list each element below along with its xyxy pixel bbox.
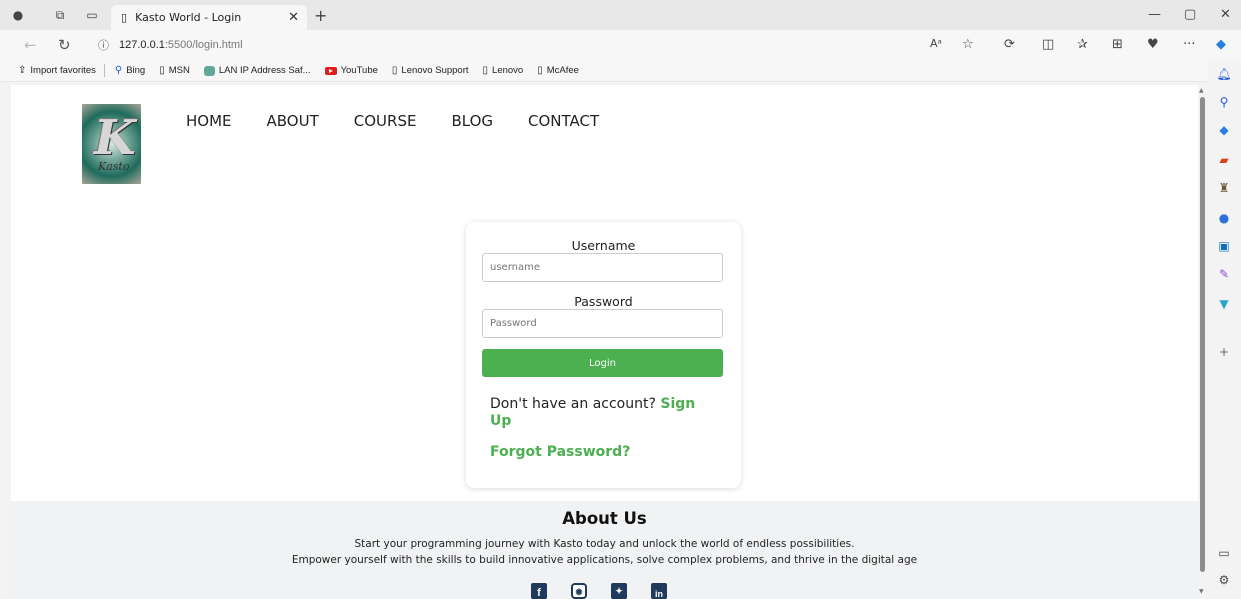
- import-icon: ⇪: [18, 65, 27, 76]
- facebook-icon[interactable]: f: [531, 583, 547, 599]
- username-input[interactable]: [482, 253, 723, 282]
- nav-home[interactable]: HOME: [186, 112, 232, 130]
- url-path: :5500/login.html: [164, 39, 243, 51]
- search-icon: ⚲: [114, 65, 123, 76]
- favorites-bar: ⇪ Import favorites ⚲ Bing ▯ MSN LAN IP Addr…: [0, 60, 1241, 82]
- footer-title: About Us: [562, 509, 647, 528]
- nav-blog[interactable]: BLOG: [451, 112, 493, 130]
- drop-icon[interactable]: ▼: [1216, 296, 1232, 312]
- sidebar-toggle-icon[interactable]: ▭: [1216, 545, 1232, 561]
- login-card: Username Password Login Don't have an ac…: [466, 222, 741, 488]
- instagram-icon[interactable]: ◉: [571, 583, 587, 599]
- page-viewport: K Kasto HOME ABOUT COURSE BLOG CONTACT U…: [11, 85, 1198, 599]
- nav-contact[interactable]: CONTACT: [528, 112, 599, 130]
- more-icon[interactable]: ···: [1183, 37, 1195, 52]
- settings-icon[interactable]: ⚙: [1216, 572, 1232, 588]
- collections-icon[interactable]: ⊞: [1112, 37, 1123, 52]
- divider: [103, 64, 105, 77]
- tab-bar: ● ⧉ ▭ ▯ Kasto World - Login ✕ + — ▢ ✕: [0, 0, 1241, 30]
- footer-line-1: Start your programming journey with Kast…: [354, 538, 855, 550]
- url-host: 127.0.0.1: [119, 39, 165, 51]
- favorite-lan-ip[interactable]: LAN IP Address Saf...: [203, 65, 311, 76]
- page-icon: ▯: [482, 65, 489, 76]
- site-info-icon[interactable]: ⓘ: [98, 37, 109, 53]
- site-logo[interactable]: K Kasto: [82, 104, 141, 184]
- favorite-lenovo-support[interactable]: ▯ Lenovo Support: [392, 65, 469, 76]
- main-nav: HOME ABOUT COURSE BLOG CONTACT: [186, 112, 634, 130]
- profile-icon[interactable]: ●: [8, 5, 28, 25]
- close-tab-icon[interactable]: ✕: [288, 10, 299, 25]
- page-icon: ▯: [121, 11, 128, 24]
- page-icon: ▯: [537, 65, 543, 76]
- forgot-password-link[interactable]: Forgot Password?: [490, 444, 630, 460]
- favorite-import[interactable]: ⇪ Import favorites: [18, 65, 96, 76]
- page-icon: ▯: [391, 65, 398, 76]
- signup-prompt: Don't have an account?: [490, 396, 661, 412]
- username-label: Username: [571, 238, 636, 253]
- read-aloud-icon[interactable]: Aᵃ: [930, 37, 942, 50]
- footer: About Us Start your programming journey …: [11, 501, 1198, 599]
- tools-icon[interactable]: ▰: [1216, 152, 1232, 168]
- page-icon: ▯: [159, 65, 165, 76]
- address-bar: ← ↻ ⓘ 127.0.0.1:5500/login.html Aᵃ ☆ ⟳ ◫…: [0, 30, 1241, 60]
- favorite-youtube[interactable]: YouTube: [324, 65, 378, 76]
- extensions-icon[interactable]: ⟳: [1004, 37, 1015, 52]
- new-tab-icon[interactable]: +: [314, 6, 327, 25]
- outlook-icon[interactable]: ▣: [1216, 238, 1232, 254]
- tab-kasto-login[interactable]: ▯ Kasto World - Login ✕: [111, 5, 307, 30]
- scroll-thumb[interactable]: [1200, 97, 1205, 572]
- tab-title: Kasto World - Login: [135, 11, 242, 24]
- scroll-up-icon[interactable]: ▲: [1199, 87, 1204, 94]
- twitter-icon[interactable]: ✦: [611, 583, 627, 599]
- signup-text: Don't have an account? Sign Up: [490, 396, 710, 430]
- footer-line-2: Empower yourself with the skills to buil…: [291, 554, 918, 566]
- copilot-icon[interactable]: ◆: [1216, 37, 1226, 52]
- login-button[interactable]: Login: [482, 349, 723, 377]
- favorite-bing[interactable]: ⚲ Bing: [115, 65, 145, 76]
- favorite-lenovo[interactable]: ▯ Lenovo: [483, 65, 524, 76]
- games-icon[interactable]: ♜: [1216, 180, 1232, 196]
- nav-about[interactable]: ABOUT: [267, 112, 319, 130]
- minimize-icon[interactable]: —: [1148, 7, 1161, 22]
- shopping-icon[interactable]: ◆: [1216, 122, 1232, 138]
- workspaces-icon[interactable]: ⧉: [50, 5, 70, 25]
- microsoft365-icon[interactable]: ●: [1216, 210, 1232, 226]
- lan-icon: [203, 65, 215, 76]
- search-icon[interactable]: ⚲: [1216, 94, 1232, 110]
- favorites-icon[interactable]: ✰: [1077, 37, 1088, 52]
- browser-essentials-icon[interactable]: ♥: [1147, 37, 1159, 52]
- social-links: f ◉ ✦ in: [531, 583, 691, 599]
- window-close-icon[interactable]: ✕: [1220, 7, 1231, 22]
- refresh-icon[interactable]: ↻: [58, 36, 71, 54]
- linkedin-icon[interactable]: in: [651, 583, 667, 599]
- url-field[interactable]: ⓘ 127.0.0.1:5500/login.html: [86, 34, 966, 56]
- favorite-mcafee[interactable]: ▯ McAfee: [537, 65, 579, 76]
- designer-icon[interactable]: ✎: [1216, 266, 1232, 282]
- nav-course[interactable]: COURSE: [354, 112, 417, 130]
- scroll-down-icon[interactable]: ▼: [1199, 588, 1204, 595]
- add-icon[interactable]: +: [1216, 344, 1232, 360]
- logo-letter: K: [94, 110, 136, 166]
- page-scrollbar[interactable]: ▲ ▼: [1198, 85, 1208, 599]
- password-label: Password: [574, 294, 633, 309]
- split-screen-icon[interactable]: ◫: [1042, 37, 1054, 52]
- logo-signature: Kasto: [98, 160, 130, 173]
- favorite-star-icon[interactable]: ☆: [962, 37, 974, 52]
- back-icon[interactable]: ←: [24, 36, 37, 54]
- password-input[interactable]: [482, 309, 723, 338]
- favorite-msn[interactable]: ▯ MSN: [159, 65, 190, 76]
- tab-actions-icon[interactable]: ▭: [82, 5, 102, 25]
- youtube-icon: [324, 66, 337, 75]
- restore-icon[interactable]: ▢: [1184, 7, 1196, 22]
- edge-sidebar: 🔔︎ ⚲ ◆ ▰ ♜ ● ▣ ✎ ▼ + ▭ ⚙: [1208, 60, 1241, 599]
- notifications-icon[interactable]: 🔔︎: [1216, 66, 1232, 82]
